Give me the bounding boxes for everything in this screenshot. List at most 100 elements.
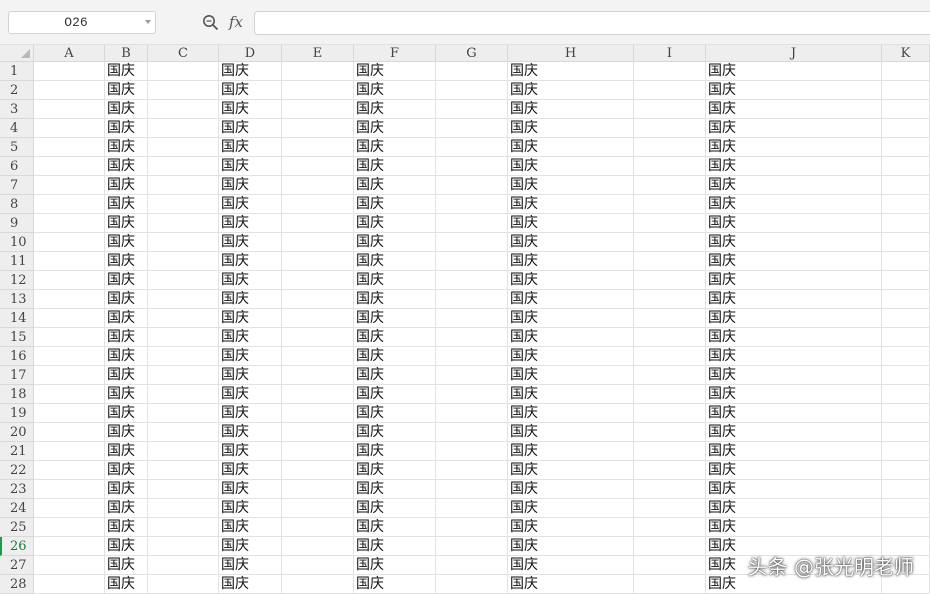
cell-d7[interactable]: 国庆 xyxy=(219,176,282,195)
select-all-corner[interactable] xyxy=(0,45,34,62)
cell-a1[interactable] xyxy=(34,62,105,81)
cell-b27[interactable]: 国庆 xyxy=(105,556,148,575)
cell-f10[interactable]: 国庆 xyxy=(354,233,436,252)
cell-a6[interactable] xyxy=(34,157,105,176)
cell-i5[interactable] xyxy=(634,138,706,157)
cell-b2[interactable]: 国庆 xyxy=(105,81,148,100)
cell-f22[interactable]: 国庆 xyxy=(354,461,436,480)
cell-f18[interactable]: 国庆 xyxy=(354,385,436,404)
cell-j19[interactable]: 国庆 xyxy=(706,404,882,423)
cell-f9[interactable]: 国庆 xyxy=(354,214,436,233)
cell-k12[interactable] xyxy=(882,271,930,290)
row-header-23[interactable]: 23 xyxy=(0,480,34,499)
cell-h22[interactable]: 国庆 xyxy=(508,461,634,480)
cell-a16[interactable] xyxy=(34,347,105,366)
cell-k24[interactable] xyxy=(882,499,930,518)
cell-i4[interactable] xyxy=(634,119,706,138)
cell-d11[interactable]: 国庆 xyxy=(219,252,282,271)
cell-j22[interactable]: 国庆 xyxy=(706,461,882,480)
cell-k14[interactable] xyxy=(882,309,930,328)
cell-b4[interactable]: 国庆 xyxy=(105,119,148,138)
cell-c13[interactable] xyxy=(148,290,219,309)
cell-a25[interactable] xyxy=(34,518,105,537)
cell-j4[interactable]: 国庆 xyxy=(706,119,882,138)
cell-f4[interactable]: 国庆 xyxy=(354,119,436,138)
cell-c5[interactable] xyxy=(148,138,219,157)
cell-k21[interactable] xyxy=(882,442,930,461)
cell-j17[interactable]: 国庆 xyxy=(706,366,882,385)
cell-i12[interactable] xyxy=(634,271,706,290)
cell-f6[interactable]: 国庆 xyxy=(354,157,436,176)
cell-c21[interactable] xyxy=(148,442,219,461)
cell-g18[interactable] xyxy=(436,385,508,404)
cell-f24[interactable]: 国庆 xyxy=(354,499,436,518)
cell-g23[interactable] xyxy=(436,480,508,499)
cell-f14[interactable]: 国庆 xyxy=(354,309,436,328)
cell-c6[interactable] xyxy=(148,157,219,176)
cell-j23[interactable]: 国庆 xyxy=(706,480,882,499)
cell-e23[interactable] xyxy=(282,480,354,499)
cell-d24[interactable]: 国庆 xyxy=(219,499,282,518)
cell-b5[interactable]: 国庆 xyxy=(105,138,148,157)
cell-a14[interactable] xyxy=(34,309,105,328)
cell-b7[interactable]: 国庆 xyxy=(105,176,148,195)
cell-d27[interactable]: 国庆 xyxy=(219,556,282,575)
cell-b13[interactable]: 国庆 xyxy=(105,290,148,309)
cell-k23[interactable] xyxy=(882,480,930,499)
cell-g24[interactable] xyxy=(436,499,508,518)
cell-i22[interactable] xyxy=(634,461,706,480)
cell-j25[interactable]: 国庆 xyxy=(706,518,882,537)
cell-e5[interactable] xyxy=(282,138,354,157)
cell-i19[interactable] xyxy=(634,404,706,423)
cell-b21[interactable]: 国庆 xyxy=(105,442,148,461)
cell-a12[interactable] xyxy=(34,271,105,290)
cell-a5[interactable] xyxy=(34,138,105,157)
cell-b12[interactable]: 国庆 xyxy=(105,271,148,290)
cell-g1[interactable] xyxy=(436,62,508,81)
cell-a24[interactable] xyxy=(34,499,105,518)
cell-i11[interactable] xyxy=(634,252,706,271)
name-box[interactable]: O26 xyxy=(8,11,156,34)
cell-c15[interactable] xyxy=(148,328,219,347)
cell-d1[interactable]: 国庆 xyxy=(219,62,282,81)
cell-i21[interactable] xyxy=(634,442,706,461)
cell-e9[interactable] xyxy=(282,214,354,233)
cell-j8[interactable]: 国庆 xyxy=(706,195,882,214)
row-header-16[interactable]: 16 xyxy=(0,347,34,366)
cell-h7[interactable]: 国庆 xyxy=(508,176,634,195)
cell-h24[interactable]: 国庆 xyxy=(508,499,634,518)
cell-c25[interactable] xyxy=(148,518,219,537)
row-header-20[interactable]: 20 xyxy=(0,423,34,442)
cell-j24[interactable]: 国庆 xyxy=(706,499,882,518)
row-header-6[interactable]: 6 xyxy=(0,157,34,176)
cell-d19[interactable]: 国庆 xyxy=(219,404,282,423)
cell-k3[interactable] xyxy=(882,100,930,119)
cell-k13[interactable] xyxy=(882,290,930,309)
cell-j6[interactable]: 国庆 xyxy=(706,157,882,176)
cell-h27[interactable]: 国庆 xyxy=(508,556,634,575)
cell-i24[interactable] xyxy=(634,499,706,518)
row-header-27[interactable]: 27 xyxy=(0,556,34,575)
cell-k9[interactable] xyxy=(882,214,930,233)
cell-g14[interactable] xyxy=(436,309,508,328)
cell-h26[interactable]: 国庆 xyxy=(508,537,634,556)
column-header-g[interactable]: G xyxy=(436,45,508,62)
cell-k7[interactable] xyxy=(882,176,930,195)
cell-f3[interactable]: 国庆 xyxy=(354,100,436,119)
cell-i1[interactable] xyxy=(634,62,706,81)
cell-j13[interactable]: 国庆 xyxy=(706,290,882,309)
cell-c11[interactable] xyxy=(148,252,219,271)
cell-k17[interactable] xyxy=(882,366,930,385)
cell-j14[interactable]: 国庆 xyxy=(706,309,882,328)
cell-c23[interactable] xyxy=(148,480,219,499)
cell-a17[interactable] xyxy=(34,366,105,385)
cell-c20[interactable] xyxy=(148,423,219,442)
cell-i16[interactable] xyxy=(634,347,706,366)
cell-b1[interactable]: 国庆 xyxy=(105,62,148,81)
cell-d15[interactable]: 国庆 xyxy=(219,328,282,347)
chevron-down-icon[interactable] xyxy=(145,20,151,24)
cell-e28[interactable] xyxy=(282,575,354,594)
cell-h6[interactable]: 国庆 xyxy=(508,157,634,176)
cell-d13[interactable]: 国庆 xyxy=(219,290,282,309)
cell-c17[interactable] xyxy=(148,366,219,385)
